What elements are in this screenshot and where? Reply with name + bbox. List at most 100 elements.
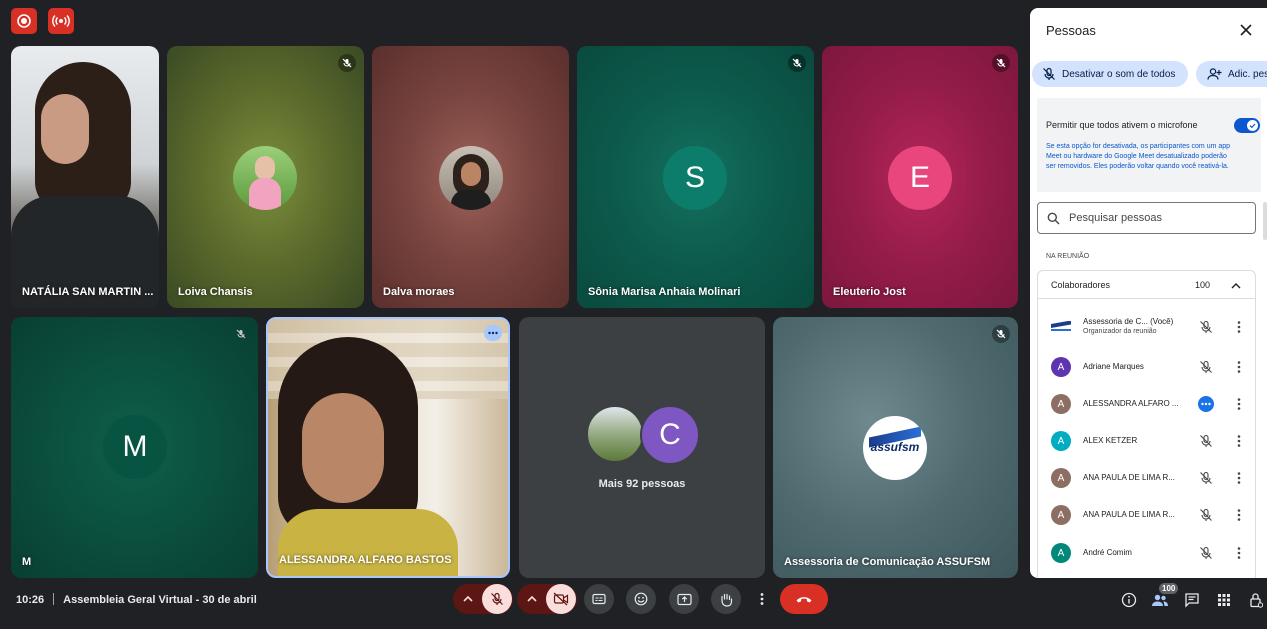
- video-feed: [11, 46, 159, 308]
- participant-row[interactable]: [1038, 572, 1255, 578]
- participant-name: ANA PAULA DE LIMA R...: [1083, 473, 1175, 482]
- present-button[interactable]: [669, 584, 699, 614]
- captions-button[interactable]: [584, 584, 614, 614]
- participant-name: Eleuterio Jost: [833, 286, 906, 298]
- avatar: E: [888, 146, 952, 210]
- mute-all-label: Desativar o som de todos: [1062, 68, 1176, 80]
- participant-row[interactable]: A ALESSANDRA ALFARO ...: [1038, 386, 1255, 423]
- close-icon[interactable]: [1238, 22, 1254, 38]
- avatar: C: [640, 405, 700, 465]
- more-vert-icon[interactable]: [1233, 471, 1245, 485]
- more-options-icon[interactable]: [484, 325, 502, 341]
- participant-row[interactable]: A Adriane Marques: [1038, 349, 1255, 386]
- avatar: [586, 405, 644, 463]
- live-streaming-indicator[interactable]: [48, 8, 74, 34]
- meeting-details-icon[interactable]: [1120, 591, 1138, 609]
- avatar: A: [1051, 431, 1071, 451]
- participant-tile-sonia[interactable]: S Sônia Marisa Anhaia Molinari: [577, 46, 814, 308]
- allow-mic-toggle[interactable]: [1234, 118, 1260, 133]
- group-name: Colaboradores: [1051, 280, 1111, 290]
- logo-text: assufsm: [870, 440, 920, 454]
- participant-tile-eleuterio[interactable]: E Eleuterio Jost: [822, 46, 1018, 308]
- participant-name: Adriane Marques: [1083, 362, 1144, 371]
- search-box[interactable]: [1037, 202, 1256, 234]
- participant-name: M: [22, 556, 32, 568]
- avatar: A: [1051, 357, 1071, 377]
- mic-options-button[interactable]: [454, 584, 482, 614]
- chat-icon[interactable]: [1183, 591, 1201, 609]
- bottom-toolbar: 10:26 Assembleia Geral Virtual - 30 de ab…: [0, 579, 1267, 629]
- mic-toggle-button[interactable]: [482, 584, 512, 614]
- more-vert-icon[interactable]: [1233, 508, 1245, 522]
- add-people-label: Adic. pes: [1228, 68, 1267, 80]
- more-participants-tile[interactable]: C Mais 92 pessoas: [519, 317, 765, 578]
- mute-all-button[interactable]: Desativar o som de todos: [1032, 61, 1188, 87]
- participant-row[interactable]: A André Comim: [1038, 535, 1255, 572]
- group-header[interactable]: Colaboradores 100: [1038, 271, 1255, 299]
- avatar: A: [1051, 468, 1071, 488]
- camera-control: [517, 584, 577, 614]
- more-options-button[interactable]: [752, 584, 772, 614]
- meeting-title: Assembleia Geral Virtual - 30 de abril: [63, 594, 257, 606]
- leave-call-button[interactable]: [780, 584, 828, 614]
- recording-indicator[interactable]: [11, 8, 37, 34]
- participant-tile-loiva[interactable]: Loiva Chansis: [167, 46, 364, 308]
- chevron-up-icon: [527, 595, 537, 602]
- record-icon: [17, 14, 31, 28]
- participant-name: Assessoria de Comunicação ASSUFSM: [784, 556, 991, 568]
- participant-tile-assessoria[interactable]: assufsm Assessoria de Comunicação ASSUFS…: [773, 317, 1018, 578]
- allow-mic-label: Permitir que todos ativem o microfone: [1046, 120, 1198, 130]
- muted-mic-icon: [992, 54, 1010, 72]
- hand-icon: [721, 593, 733, 607]
- avatar: M: [103, 415, 167, 479]
- participant-role: Organizador da reunião: [1083, 328, 1157, 335]
- more-vert-icon[interactable]: [1233, 434, 1245, 448]
- video-feed: [268, 319, 508, 576]
- host-controls-icon[interactable]: [1247, 591, 1265, 609]
- mic-permission-setting: Permitir que todos ativem o microfone Se…: [1037, 98, 1261, 192]
- participant-name: ALEX KETZER: [1083, 436, 1138, 445]
- participant-tile-natalia[interactable]: NATÁLIA SAN MARTIN ...: [11, 46, 159, 308]
- activities-icon[interactable]: [1215, 591, 1233, 609]
- people-count-badge: 100: [1159, 583, 1179, 594]
- participant-tile-alessandra[interactable]: ALESSANDRA ALFARO BASTOS: [266, 317, 510, 578]
- participant-tile-dalva[interactable]: Dalva moraes: [372, 46, 569, 308]
- participant-name: Dalva moraes: [383, 286, 455, 298]
- more-vert-icon[interactable]: [1233, 546, 1245, 560]
- more-participants-label: Mais 92 pessoas: [598, 478, 686, 490]
- mic-control: [453, 584, 513, 614]
- closed-captions-icon: [592, 593, 606, 605]
- more-vert-icon[interactable]: [1233, 360, 1245, 374]
- search-input[interactable]: [1069, 212, 1239, 224]
- more-vert-icon[interactable]: [1233, 397, 1245, 411]
- chevron-up-icon: [463, 595, 473, 602]
- participants-group: Colaboradores 100 Assessoria de C... (Vo…: [1037, 270, 1256, 578]
- avatar: S: [663, 146, 727, 210]
- mic-off-icon: [1199, 320, 1213, 334]
- participant-tile-m[interactable]: M M: [11, 317, 258, 578]
- participant-row[interactable]: A ANA PAULA DE LIMA R...: [1038, 497, 1255, 534]
- meeting-info: 10:26 Assembleia Geral Virtual - 30 de ab…: [16, 593, 257, 606]
- people-panel: Pessoas Desativar o som de todos Adic. p…: [1030, 8, 1267, 578]
- mic-off-icon: [1043, 67, 1055, 80]
- add-people-button[interactable]: Adic. pes: [1196, 61, 1267, 87]
- clock: 10:26: [16, 594, 45, 606]
- mic-off-icon: [1199, 471, 1213, 485]
- camera-options-button[interactable]: [518, 584, 546, 614]
- speaking-indicator-icon: [1198, 396, 1214, 412]
- reactions-button[interactable]: [626, 584, 656, 614]
- panel-scrollbar[interactable]: [1263, 202, 1267, 240]
- chevron-up-icon: [1230, 279, 1242, 291]
- participant-row[interactable]: Assessoria de C... (Você) Organizador da…: [1038, 309, 1255, 346]
- raise-hand-button[interactable]: [711, 584, 741, 614]
- allow-mic-help: Se esta opção for desativada, os partici…: [1046, 143, 1231, 170]
- camera-toggle-button[interactable]: [546, 584, 576, 614]
- more-vert-icon[interactable]: [1233, 320, 1245, 334]
- mic-off-icon: [1199, 508, 1213, 522]
- avatar: [233, 146, 297, 210]
- group-count: 100: [1195, 280, 1211, 290]
- avatar: A: [1051, 394, 1071, 414]
- participant-row[interactable]: A ANA PAULA DE LIMA R...: [1038, 460, 1255, 497]
- participant-row[interactable]: A ALEX KETZER: [1038, 423, 1255, 460]
- mic-off-icon: [491, 592, 503, 605]
